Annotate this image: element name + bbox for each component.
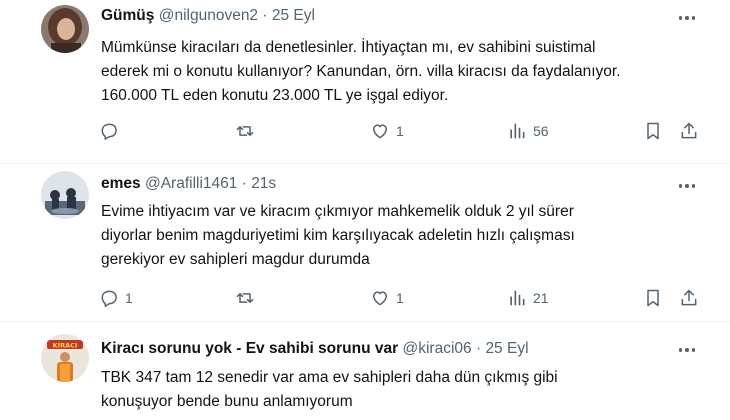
tweet-header: Gümüş @nilgunoven2 · 25 Eyl (101, 6, 315, 26)
display-name[interactable]: emes (101, 175, 141, 192)
avatar[interactable] (41, 5, 89, 53)
display-name[interactable]: Gümüş (101, 7, 154, 24)
more-icon[interactable] (676, 340, 698, 360)
timestamp[interactable]: 25 Eyl (272, 7, 315, 24)
bookmark-icon (647, 122, 659, 140)
reply-icon (101, 123, 117, 140)
tweet-text-line: 160.000 TL eden konutu 23.000 TL ye işga… (101, 87, 449, 104)
share-icon (681, 289, 697, 306)
tweet-text-line: ederek mi o konutu kullanıyor? Kanundan,… (101, 63, 621, 80)
tweet-text: TBK 347 tam 12 senedir var ama ev sahipl… (101, 366, 701, 414)
bookmark-button[interactable] (644, 285, 662, 311)
tweet-text: Mümkünse kiracıları da denetlesinler. İh… (101, 36, 701, 108)
retweet-icon (236, 126, 254, 136)
retweet-icon (236, 293, 254, 303)
views-button[interactable]: 56 (507, 118, 549, 144)
reply-icon (101, 290, 117, 307)
heart-icon (373, 291, 387, 306)
separator: · (475, 340, 482, 357)
action-bar: 1 56 (0, 118, 730, 144)
timestamp[interactable]: 25 Eyl (485, 340, 528, 357)
avatar[interactable] (41, 171, 89, 219)
tweet-text-line: diyorlar benim magduriyetimi kim karşılı… (101, 227, 575, 244)
tweet[interactable]: KİRACI Kiracı sorunu yok - Ev sahibi sor… (0, 321, 730, 420)
user-handle[interactable]: @Arafilli1461 (145, 175, 237, 192)
retweet-button[interactable] (234, 118, 262, 144)
tweet[interactable]: Gümüş @nilgunoven2 · 25 Eyl Mümkünse kir… (0, 0, 730, 163)
tweet-header: Kiracı sorunu yok - Ev sahibi sorunu var… (101, 339, 529, 359)
like-button[interactable]: 1 (370, 285, 404, 311)
views-button[interactable]: 21 (507, 285, 549, 311)
more-icon[interactable] (676, 176, 698, 196)
user-handle[interactable]: @nilgunoven2 (159, 7, 258, 24)
like-count: 1 (396, 290, 404, 306)
avatar[interactable]: KİRACI (41, 334, 89, 382)
display-name[interactable]: Kiracı sorunu yok - Ev sahibi sorunu var (101, 340, 398, 357)
reply-count: 1 (125, 290, 133, 306)
timestamp[interactable]: 21s (251, 175, 276, 192)
view-count: 21 (533, 290, 549, 306)
bookmark-icon (647, 289, 659, 307)
avatar-logo-text: KİRACI (53, 341, 78, 350)
like-count: 1 (396, 123, 404, 139)
separator: · (262, 7, 268, 24)
tweet-text-line: Mümkünse kiracıları da denetlesinler. İh… (101, 39, 596, 56)
tweet-text-line: Evime ihtiyacım var ve kiracım çıkmıyor … (101, 203, 574, 220)
action-bar: 1 1 21 (0, 285, 730, 311)
like-button[interactable]: 1 (370, 118, 404, 144)
heart-icon (373, 124, 387, 139)
tweet-text-line: TBK 347 tam 12 senedir var ama ev sahipl… (101, 369, 558, 386)
views-icon (510, 123, 525, 139)
views-icon (510, 290, 525, 306)
bookmark-button[interactable] (644, 118, 662, 144)
reply-button[interactable] (99, 118, 125, 144)
tweet-text-line: konuşuyor bende bunu anlamıyorum (101, 393, 353, 410)
view-count: 56 (533, 123, 549, 139)
tweet-text-line: gerekiyor ev sahipleri magdur durumda (101, 251, 370, 268)
tweet-text: Evime ihtiyacım var ve kiracım çıkmıyor … (101, 200, 701, 272)
share-button[interactable] (679, 118, 699, 144)
share-button[interactable] (679, 285, 699, 311)
user-handle[interactable]: @kiraci06 (402, 340, 471, 357)
tweet-header: emes @Arafilli1461 · 21s (101, 174, 276, 194)
separator: · (241, 175, 247, 192)
more-icon[interactable] (676, 8, 698, 28)
share-icon (681, 122, 697, 139)
tweet[interactable]: emes @Arafilli1461 · 21s Evime ihtiyacım… (0, 163, 730, 321)
reply-button[interactable]: 1 (99, 285, 133, 311)
retweet-button[interactable] (234, 285, 262, 311)
